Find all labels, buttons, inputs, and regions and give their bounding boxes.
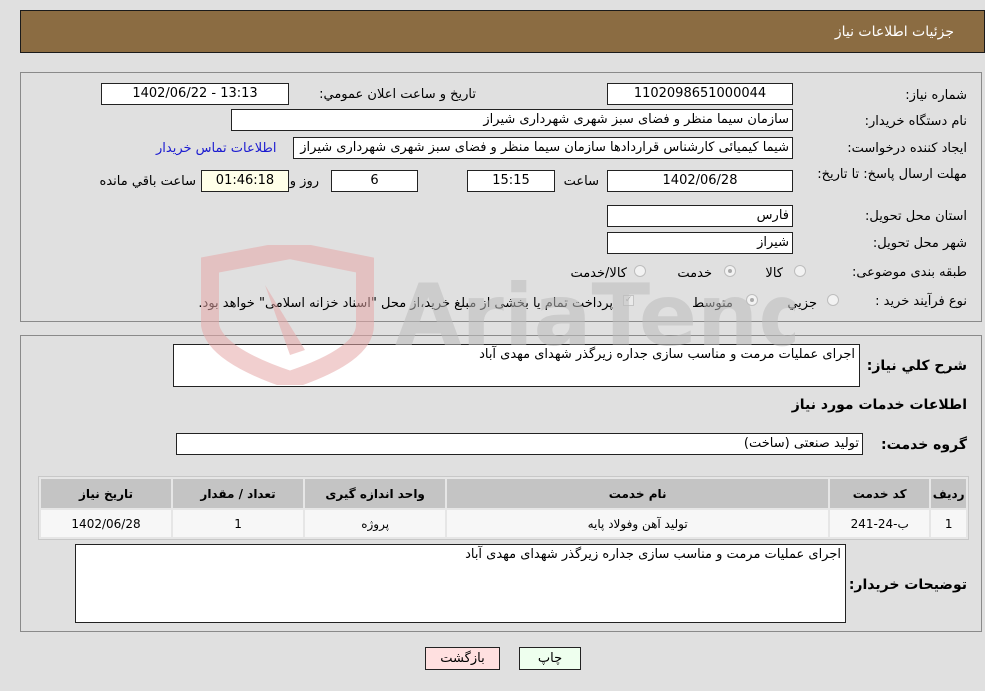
service-group-field: تولید صنعتی (ساخت) xyxy=(176,433,863,455)
creator-field: شیما کیمیائی کارشناس قراردادها سازمان سی… xyxy=(293,137,793,159)
deadline-date-field: 1402/06/28 xyxy=(607,170,793,192)
process-label: نوع فرآیند خرید : xyxy=(875,294,967,309)
services-table: ردیف کد خدمت نام خدمت واحد اندازه گیری ت… xyxy=(38,476,969,540)
page-header: جزئیات اطلاعات نیاز xyxy=(20,10,985,53)
payment-note: پرداخت تمام یا بخشی از مبلغ خرید،از محل … xyxy=(198,296,613,311)
process-radio-medium[interactable] xyxy=(746,294,758,306)
category-radio-service[interactable] xyxy=(724,265,736,277)
col-header-unit: واحد اندازه گیری xyxy=(305,479,446,508)
deadline-time-label: ساعت xyxy=(563,174,599,189)
buyer-org-field: سازمان سیما منظر و فضای سبز شهری شهرداری… xyxy=(231,109,793,131)
announce-label: تاریخ و ساعت اعلان عمومي: xyxy=(319,87,476,102)
col-header-service-name: نام خدمت xyxy=(447,479,829,508)
category-goods-label: کالا xyxy=(765,266,783,281)
page-title: جزئیات اطلاعات نیاز xyxy=(834,24,954,40)
back-button[interactable]: بازگشت xyxy=(425,647,500,670)
col-header-need-date: تاریخ نیاز xyxy=(41,479,172,508)
category-service-label: خدمت xyxy=(677,266,712,281)
cell-row-number: 1 xyxy=(931,510,966,537)
remaining-label: ساعت باقي مانده xyxy=(99,174,196,189)
need-number-label: شماره نیاز: xyxy=(905,88,967,103)
buyer-notes-textarea[interactable] xyxy=(75,544,846,623)
cell-need-date: 1402/06/28 xyxy=(41,510,172,537)
process-radio-minor[interactable] xyxy=(827,294,839,306)
creator-label: ایجاد کننده درخواست: xyxy=(847,141,967,156)
service-group-label: گروه خدمت: xyxy=(881,437,967,453)
process-medium-label: متوسط xyxy=(692,296,733,311)
category-label: طبقه بندی موضوعی: xyxy=(851,265,967,280)
city-label: شهر محل تحویل: xyxy=(872,236,967,251)
deadline-time-field: 15:15 xyxy=(467,170,555,192)
print-button[interactable]: چاپ xyxy=(519,647,581,670)
buyer-notes-label: توضیحات خریدار: xyxy=(848,577,967,593)
category-goods-service-label: کالا/خدمت xyxy=(570,266,627,281)
cell-unit: پروژه xyxy=(305,510,446,537)
days-label: روز و xyxy=(289,174,319,189)
table-header-row: ردیف کد خدمت نام خدمت واحد اندازه گیری ت… xyxy=(41,479,966,508)
days-remaining-field: 6 xyxy=(331,170,418,192)
process-minor-label: جزيي xyxy=(787,296,817,311)
description-textarea[interactable] xyxy=(173,344,860,387)
need-number-field: 1102098651000044 xyxy=(607,83,793,105)
table-row: 1 ب-24-241 تولید آهن وفولاد پایه پروژه 1… xyxy=(41,510,966,537)
announce-field: 1402/06/22 - 13:13 xyxy=(101,83,289,105)
description-label: شرح كلي نياز: xyxy=(866,358,967,374)
cell-service-code: ب-24-241 xyxy=(830,510,930,537)
province-field: فارس xyxy=(607,205,793,227)
services-section-title: اطلاعات خدمات مورد نیاز xyxy=(791,397,967,413)
remaining-time-field: 01:46:18 xyxy=(201,170,289,192)
payment-checkbox[interactable]: ✓ xyxy=(623,295,634,306)
deadline-label: مهلت ارسال پاسخ: تا تاریخ: xyxy=(817,167,967,182)
category-radio-goods-service[interactable] xyxy=(634,265,646,277)
col-header-quantity: تعداد / مقدار xyxy=(173,479,304,508)
category-radio-goods[interactable] xyxy=(794,265,806,277)
buyer-org-label: نام دستگاه خریدار: xyxy=(864,114,967,129)
buyer-contact-link[interactable]: اطلاعات تماس خریدار xyxy=(156,141,276,156)
city-field: شیراز xyxy=(607,232,793,254)
cell-service-name: تولید آهن وفولاد پایه xyxy=(447,510,829,537)
province-label: استان محل تحویل: xyxy=(865,209,967,224)
col-header-service-code: کد خدمت xyxy=(830,479,930,508)
col-header-row-number: ردیف xyxy=(931,479,966,508)
cell-quantity: 1 xyxy=(173,510,304,537)
